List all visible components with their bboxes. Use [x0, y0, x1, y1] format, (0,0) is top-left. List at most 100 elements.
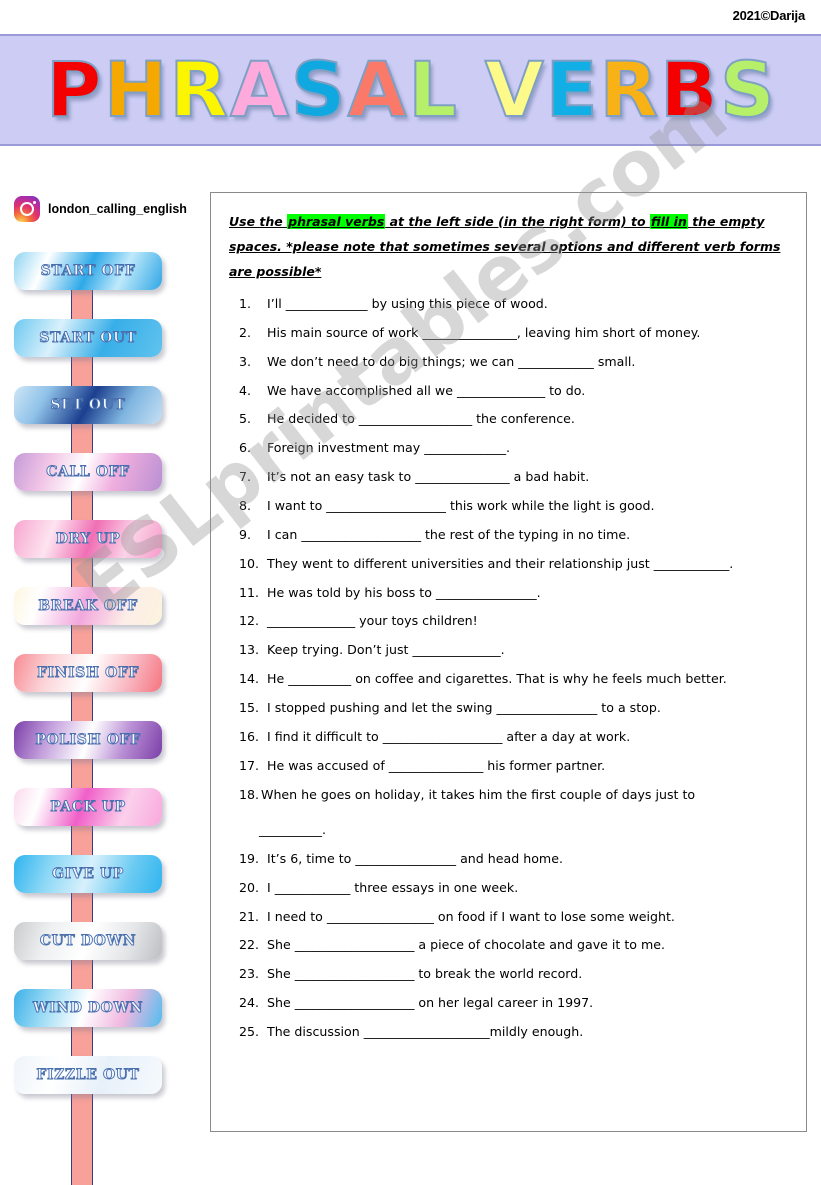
instructions-highlight-fill-in: fill in — [649, 214, 688, 229]
verb-button-label: GIVE UP — [52, 866, 124, 883]
question-text[interactable]: I need to _________________ on food if I… — [267, 909, 790, 924]
verb-button-label: PACK UP — [50, 799, 126, 816]
instagram-handle: london_calling_english — [48, 202, 187, 216]
verb-button-label: START OUT — [39, 330, 137, 347]
title-letter-e-9: E — [545, 45, 599, 134]
verb-button-label: CALL OFF — [46, 464, 130, 481]
question-text[interactable]: We don’t need to do big things; we can _… — [267, 354, 790, 369]
question-item: 23. She ___________________ to break the … — [239, 966, 790, 981]
instagram-credit: london_calling_english — [14, 196, 187, 222]
question-text[interactable]: I can ___________________ the rest of th… — [267, 527, 790, 542]
verb-button-label: FINISH OFF — [36, 665, 140, 682]
question-number: 15. — [239, 700, 260, 716]
question-text[interactable]: I find it difficult to _________________… — [267, 729, 790, 744]
question-continuation[interactable]: __________. — [239, 822, 790, 837]
question-item: 8. I want to ___________________ this wor… — [239, 498, 790, 513]
question-item: 1. I’ll _____________ by using this piece… — [239, 296, 790, 311]
question-text[interactable]: His main source of work _______________,… — [267, 325, 790, 340]
instructions-part1: Use the — [229, 214, 288, 229]
question-item: 18. When he goes on holiday, it takes him… — [239, 787, 790, 838]
instructions-text: Use the phrasal verbs at the left side (… — [229, 209, 790, 284]
title-letter-r-10: R — [599, 45, 660, 134]
verb-button-polish-off[interactable]: POLISH OFF — [14, 721, 162, 759]
question-text[interactable]: She ___________________ on her legal car… — [267, 995, 790, 1010]
question-number: 21. — [239, 908, 260, 924]
question-text[interactable]: ______________ your toys children! — [267, 613, 790, 628]
question-item: 6. Foreign investment may _____________. — [239, 440, 790, 455]
question-item: 19. It’s 6, time to ________________ and … — [239, 851, 790, 866]
verb-button-dry-up[interactable]: DRY UP — [14, 520, 162, 558]
question-number: 16. — [239, 728, 260, 744]
verb-button-break-off[interactable]: BREAK OFF — [14, 587, 162, 625]
verb-button-label: WIND DOWN — [32, 1000, 144, 1017]
title-letter-l-6: L — [407, 45, 457, 134]
question-text[interactable]: I’ll _____________ by using this piece o… — [267, 296, 790, 311]
question-text[interactable]: They went to different universities and … — [267, 556, 790, 571]
question-number: 22. — [239, 937, 260, 953]
question-item: 24. She ___________________ on her legal … — [239, 995, 790, 1010]
question-number: 13. — [239, 642, 260, 658]
verb-button-label: POLISH OFF — [35, 732, 141, 749]
question-item: 21. I need to _________________ on food i… — [239, 909, 790, 924]
verb-button-label: CUT DOWN — [39, 933, 137, 950]
verb-button-start-out[interactable]: START OUT — [14, 319, 162, 357]
question-text[interactable]: I want to ___________________ this work … — [267, 498, 790, 513]
question-text[interactable]: The discussion ____________________mildl… — [267, 1024, 790, 1039]
instructions-highlight-phrasal-verbs: phrasal verbs — [287, 214, 386, 229]
question-text[interactable]: I stopped pushing and let the swing ____… — [267, 700, 790, 715]
verb-button-pack-up[interactable]: PACK UP — [14, 788, 162, 826]
question-item: 4. We have accomplished all we __________… — [239, 383, 790, 398]
question-text[interactable]: She ___________________ to break the wor… — [267, 966, 790, 981]
title-letter-p-0: P — [45, 45, 103, 134]
verb-button-list: START OFF START OUT SET OUT CALL OFF DRY UP B… — [0, 252, 200, 1123]
question-item: 11. He was told by his boss to __________… — [239, 585, 790, 600]
question-text[interactable]: He was told by his boss to _____________… — [267, 585, 790, 600]
instagram-icon — [14, 196, 40, 222]
question-number: 9. — [239, 526, 252, 542]
title-letter-s-12: S — [719, 45, 776, 134]
question-text[interactable]: He __________ on coffee and cigarettes. … — [267, 671, 790, 686]
question-text[interactable]: It’s not an easy task to _______________… — [267, 469, 790, 484]
question-text[interactable]: Keep trying. Don’t just ______________. — [267, 642, 790, 657]
verb-button-start-off[interactable]: START OFF — [14, 252, 162, 290]
title-letter-r-2: R — [168, 45, 229, 134]
question-text[interactable]: It’s 6, time to ________________ and hea… — [267, 851, 790, 866]
question-number: 18. — [239, 786, 260, 802]
verb-button-cut-down[interactable]: CUT DOWN — [14, 922, 162, 960]
verb-button-give-up[interactable]: GIVE UP — [14, 855, 162, 893]
question-item: 15. I stopped pushing and let the swing _… — [239, 700, 790, 715]
question-item: 25. The discussion ____________________mi… — [239, 1024, 790, 1039]
verb-button-fizzle-out[interactable]: FIZZLE OUT — [14, 1056, 162, 1094]
question-number: 20. — [239, 879, 260, 895]
phrasal-verb-sidebar: london_calling_english START OFF START OU… — [0, 160, 200, 1185]
question-number: 6. — [239, 440, 252, 456]
title-letter-v-8: V — [484, 45, 545, 134]
question-text[interactable]: We have accomplished all we ____________… — [267, 383, 790, 398]
verb-button-set-out[interactable]: SET OUT — [14, 386, 162, 424]
instructions-part2: at the left side (in the right form) to — [385, 214, 650, 229]
copyright-strip: 2021©Darija — [0, 0, 821, 34]
title-letter-a-3: A — [229, 45, 290, 134]
page-title: PHRASALVERBS — [45, 45, 776, 134]
verb-button-label: BREAK OFF — [38, 598, 138, 615]
question-item: 20. I ____________ three essays in one we… — [239, 880, 790, 895]
exercise-panel: Use the phrasal verbs at the left side (… — [210, 192, 807, 1132]
verb-button-wind-down[interactable]: WIND DOWN — [14, 989, 162, 1027]
verb-button-call-off[interactable]: CALL OFF — [14, 453, 162, 491]
question-text[interactable]: He was accused of _______________ his fo… — [267, 758, 790, 773]
title-letter-b-11: B — [659, 45, 719, 134]
question-number: 10. — [239, 555, 260, 571]
question-text[interactable]: I ____________ three essays in one week. — [267, 880, 790, 895]
question-text[interactable]: When he goes on holiday, it takes him th… — [261, 787, 695, 802]
verb-button-label: START OFF — [40, 263, 136, 280]
question-text[interactable]: She ___________________ a piece of choco… — [267, 937, 790, 952]
question-item: 9. I can ___________________ the rest of … — [239, 527, 790, 542]
question-text[interactable]: Foreign investment may _____________. — [267, 440, 790, 455]
question-number: 25. — [239, 1023, 260, 1039]
question-text[interactable]: He decided to __________________ the con… — [267, 411, 790, 426]
verb-button-label: SET OUT — [50, 397, 126, 414]
verb-button-finish-off[interactable]: FINISH OFF — [14, 654, 162, 692]
verb-button-label: FIZZLE OUT — [36, 1067, 140, 1084]
question-item: 7. It’s not an easy task to _____________… — [239, 469, 790, 484]
question-item: 3. We don’t need to do big things; we can… — [239, 354, 790, 369]
